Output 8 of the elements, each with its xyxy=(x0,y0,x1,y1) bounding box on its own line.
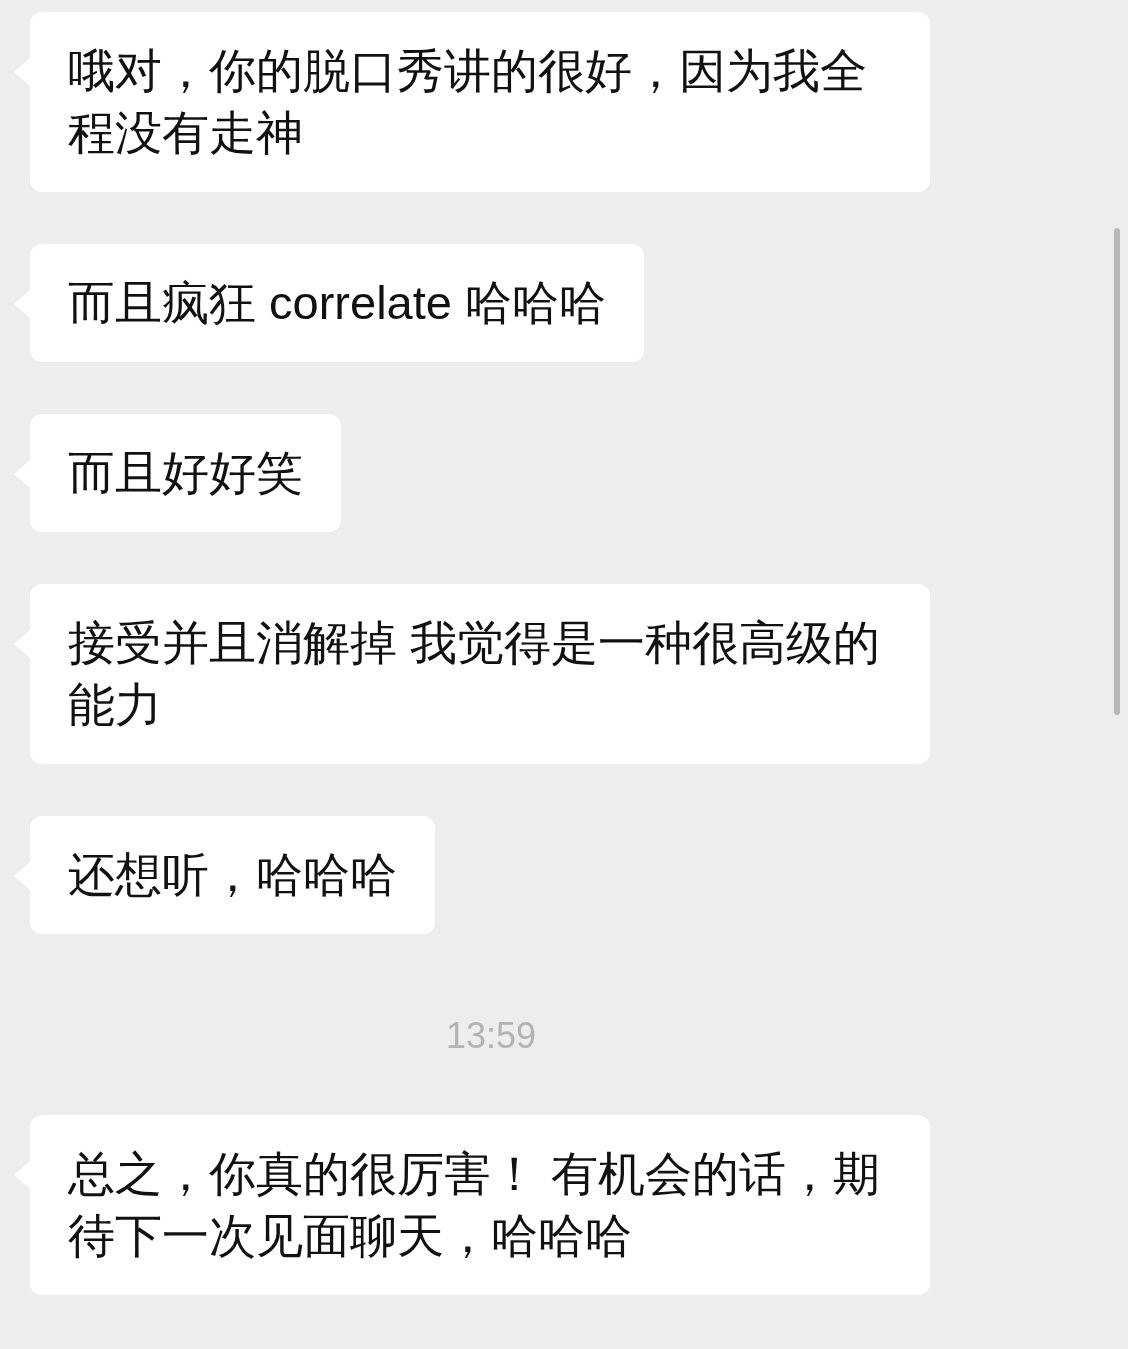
message-text: 还想听，哈哈哈 xyxy=(68,847,397,903)
message-text: 哦对，你的脱口秀讲的很好，因为我全程没有走神 xyxy=(68,43,868,161)
message-text: 总之，你真的很厉害！ 有机会的话，期待下一次见面聊天，哈哈哈 xyxy=(68,1146,882,1264)
message-text: 而且好好笑 xyxy=(68,445,303,501)
message-text: 而且疯狂 correlate 哈哈哈 xyxy=(68,275,606,331)
scrollbar[interactable] xyxy=(1114,228,1120,715)
timestamp: 13:59 xyxy=(445,1014,537,1058)
message-text: 接受并且消解掉 我觉得是一种很高级的能力 xyxy=(68,615,882,733)
